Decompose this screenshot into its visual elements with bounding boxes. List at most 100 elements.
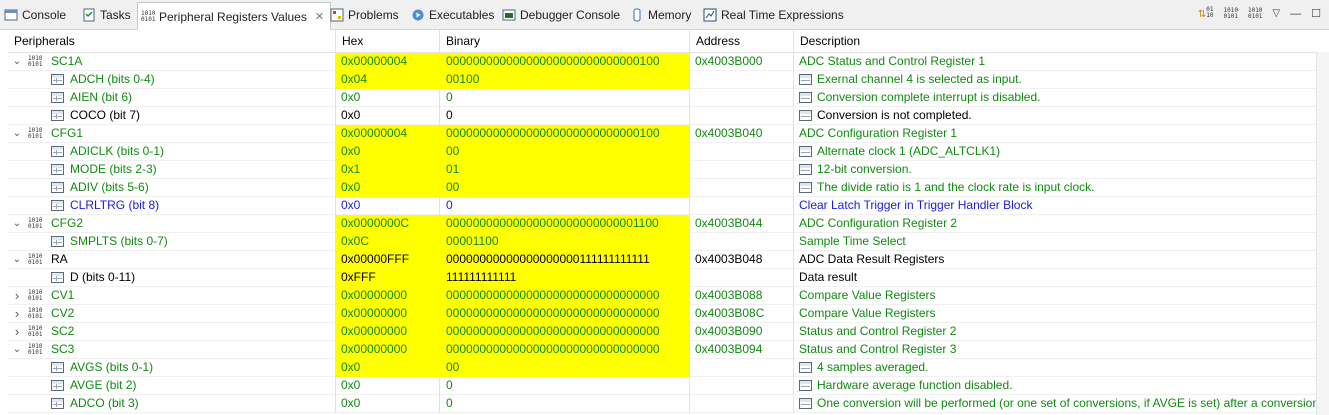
hex-value[interactable]: 0x00000004 <box>336 125 440 143</box>
binary-value[interactable]: 00000000000000000000000000000000 <box>440 287 690 305</box>
table-row[interactable]: ⌄ 1010 0101 CFG2 0x0000000C 00000000000000000… <box>8 215 1317 233</box>
tab-tasks[interactable]: Tasks <box>82 5 131 25</box>
table-row[interactable]: AVGS (bits 0-1) 0x0 00 4 samples averaged. <box>8 359 1317 377</box>
hex-value[interactable]: 0x00000000 <box>336 287 440 305</box>
hex-value[interactable]: 0x0 <box>336 197 440 215</box>
chevron-down-icon[interactable]: ⌄ <box>12 251 22 268</box>
table-row[interactable]: ADCH (bits 0-4) 0x04 00100 Exernal channel … <box>8 71 1317 89</box>
register-name: CFG2 <box>51 216 84 230</box>
binary-value[interactable]: 00000000000000000000000000000000 <box>440 323 690 341</box>
binary-value[interactable]: 0 <box>440 395 690 413</box>
table-row[interactable]: ADIV (bits 5-6) 0x0 00 The divide ratio is … <box>8 179 1317 197</box>
table-row[interactable]: ⌄ 1010 0101 RA 0x00000FFF 0000000000000000000… <box>8 251 1317 269</box>
hex-value[interactable]: 0x00000000 <box>336 305 440 323</box>
hex-value[interactable]: 0x0 <box>336 89 440 107</box>
chevron-right-icon[interactable]: › <box>12 305 22 322</box>
binary-value[interactable]: 111111111111 <box>440 269 690 287</box>
binary-value[interactable]: 0 <box>440 197 690 215</box>
table-row[interactable]: › 1010 0101 CV2 0x00000000 000000000000000000… <box>8 305 1317 323</box>
hex-value[interactable]: 0x0C <box>336 233 440 251</box>
hex-value[interactable]: 0x0 <box>336 377 440 395</box>
minimize-icon[interactable]: — <box>1290 8 1301 20</box>
hex-value[interactable]: 0x1 <box>336 161 440 179</box>
column-peripherals[interactable]: Peripherals <box>8 30 336 52</box>
maximize-icon[interactable]: ☐ <box>1311 7 1321 20</box>
column-binary[interactable]: Binary <box>440 30 690 52</box>
table-row[interactable]: ⌄ 1010 0101 SC3 0x00000000 000000000000000000… <box>8 341 1317 359</box>
tab-executables[interactable]: Executables <box>411 5 494 25</box>
hex-value[interactable]: 0x0 <box>336 179 440 197</box>
sort-icon[interactable]: ⇅01 10 <box>1198 7 1214 21</box>
hex-value[interactable]: 0x0 <box>336 395 440 413</box>
column-address[interactable]: Address <box>690 30 794 52</box>
table-row[interactable]: › 1010 0101 CV1 0x00000000 000000000000000000… <box>8 287 1317 305</box>
hex-format-icon[interactable]: 1010 0101 <box>1248 7 1262 20</box>
hex-value[interactable]: 0x00000004 <box>336 53 440 71</box>
vertical-scrollbar[interactable] <box>1316 52 1329 415</box>
binary-value[interactable]: 00 <box>440 143 690 161</box>
table-row[interactable]: AVGE (bit 2) 0x0 0 Hardware average functio… <box>8 377 1317 395</box>
hex-value[interactable]: 0x0 <box>336 107 440 125</box>
binary-value[interactable]: 00000000000000000000000000000000 <box>440 341 690 359</box>
table-row[interactable]: ⌄ 1010 0101 CFG1 0x00000004 00000000000000000… <box>8 125 1317 143</box>
table-row[interactable]: COCO (bit 7) 0x0 0 Conversion is not comple… <box>8 107 1317 125</box>
binary-value[interactable]: 00000000000000000000000000000000 <box>440 305 690 323</box>
table-row[interactable]: ⌄ 1010 0101 SC1A 0x00000004 00000000000000000… <box>8 53 1317 71</box>
binary-format-icon[interactable]: 1010 0101 <box>1224 7 1238 20</box>
chevron-right-icon[interactable]: › <box>12 287 22 304</box>
field-icon <box>51 200 64 211</box>
binary-value[interactable]: 0 <box>440 377 690 395</box>
table-row[interactable]: CLRLTRG (bit 8) 0x0 0 Clear Latch Trigger i… <box>8 197 1317 215</box>
binary-value[interactable]: 00000000000000000000000000001100 <box>440 215 690 233</box>
tab-console[interactable]: Console <box>4 5 66 25</box>
binary-value[interactable]: 00001100 <box>440 233 690 251</box>
column-description[interactable]: Description <box>794 30 1317 52</box>
tab-debugger-console[interactable]: Debugger Console <box>502 5 620 25</box>
hex-value[interactable]: 0xFFF <box>336 269 440 287</box>
field-name: COCO (bit 7) <box>70 108 141 122</box>
chevron-down-icon[interactable]: ⌄ <box>12 215 22 232</box>
table-row[interactable]: › 1010 0101 SC2 0x00000000 000000000000000000… <box>8 323 1317 341</box>
table-row[interactable]: D (bits 0-11) 0xFFF 111111111111 Data resul… <box>8 269 1317 287</box>
hex-value[interactable]: 0x0000000C <box>336 215 440 233</box>
hex-value[interactable]: 0x00000000 <box>336 341 440 359</box>
view-menu-icon[interactable]: ▽ <box>1272 8 1280 19</box>
field-name: AVGE (bit 2) <box>70 378 137 392</box>
hex-value[interactable]: 0x00000000 <box>336 323 440 341</box>
problems-icon <box>330 8 344 22</box>
table-row[interactable]: SMPLTS (bits 0-7) 0x0C 00001100 Sample Time… <box>8 233 1317 251</box>
tab-real-time-expressions[interactable]: Real Time Expressions <box>703 5 844 25</box>
binary-value[interactable]: 00100 <box>440 71 690 89</box>
address-value: 0x4003B040 <box>690 125 794 143</box>
description-cell: 4 samples averaged. <box>794 359 1317 377</box>
chevron-right-icon[interactable]: › <box>12 323 22 340</box>
chevron-down-icon[interactable]: ⌄ <box>12 341 22 358</box>
peripheral-name-cell: › 1010 0101 CV1 <box>8 287 336 305</box>
binary-value[interactable]: 00000000000000000000000000000100 <box>440 125 690 143</box>
column-hex[interactable]: Hex <box>336 30 440 52</box>
binary-value[interactable]: 00000000000000000000111111111111 <box>440 251 690 269</box>
hex-value[interactable]: 0x0 <box>336 143 440 161</box>
binary-value[interactable]: 00 <box>440 179 690 197</box>
binary-value[interactable]: 00 <box>440 359 690 377</box>
table-row[interactable]: MODE (bits 2-3) 0x1 01 12-bit conversion. <box>8 161 1317 179</box>
description-text: Conversion is not completed. <box>817 108 972 122</box>
binary-value[interactable]: 0 <box>440 89 690 107</box>
tab-problems[interactable]: Problems <box>330 5 399 25</box>
binary-value[interactable]: 00000000000000000000000000000100 <box>440 53 690 71</box>
close-icon[interactable]: ✕ <box>315 10 324 23</box>
table-row[interactable]: AIEN (bit 6) 0x0 0 Conversion complete inte… <box>8 89 1317 107</box>
address-value <box>690 359 794 377</box>
hex-value[interactable]: 0x04 <box>336 71 440 89</box>
binary-value[interactable]: 0 <box>440 107 690 125</box>
tab-peripheral-registers[interactable]: 1010 0101 Peripheral Registers Values ✕ <box>137 2 332 30</box>
register-icon: 1010 0101 <box>28 307 43 320</box>
hex-value[interactable]: 0x00000FFF <box>336 251 440 269</box>
chevron-down-icon[interactable]: ⌄ <box>12 125 22 142</box>
chevron-down-icon[interactable]: ⌄ <box>12 53 22 70</box>
tab-memory[interactable]: Memory <box>630 5 691 25</box>
table-row[interactable]: ADCO (bit 3) 0x0 0 One conversion will be p… <box>8 395 1317 413</box>
binary-value[interactable]: 01 <box>440 161 690 179</box>
hex-value[interactable]: 0x0 <box>336 359 440 377</box>
table-row[interactable]: ADICLK (bits 0-1) 0x0 00 Alternate clock 1 … <box>8 143 1317 161</box>
